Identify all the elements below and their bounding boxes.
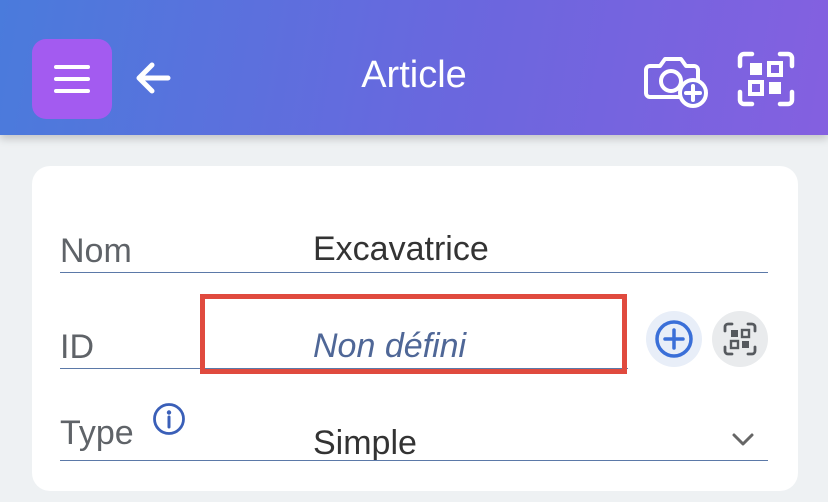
qr-scan-icon xyxy=(737,51,795,107)
name-field[interactable]: Excavatrice xyxy=(313,230,489,269)
type-label: Type xyxy=(60,414,134,452)
app-header: Article xyxy=(0,0,828,135)
id-label: ID xyxy=(60,328,94,366)
plus-circle-icon xyxy=(655,320,693,358)
qr-scan-button[interactable] xyxy=(736,50,796,108)
scan-id-button[interactable] xyxy=(712,311,768,367)
type-underline xyxy=(60,460,768,461)
info-icon[interactable] xyxy=(152,402,186,436)
camera-add-icon xyxy=(644,57,708,108)
chevron-down-icon[interactable] xyxy=(728,428,758,450)
qr-scan-icon xyxy=(723,322,757,356)
id-field-highlight xyxy=(200,294,627,374)
camera-add-button[interactable] xyxy=(642,50,710,110)
name-label: Nom xyxy=(60,232,132,270)
add-id-button[interactable] xyxy=(646,311,702,367)
name-underline xyxy=(60,272,768,273)
type-select[interactable]: Simple xyxy=(313,424,417,463)
